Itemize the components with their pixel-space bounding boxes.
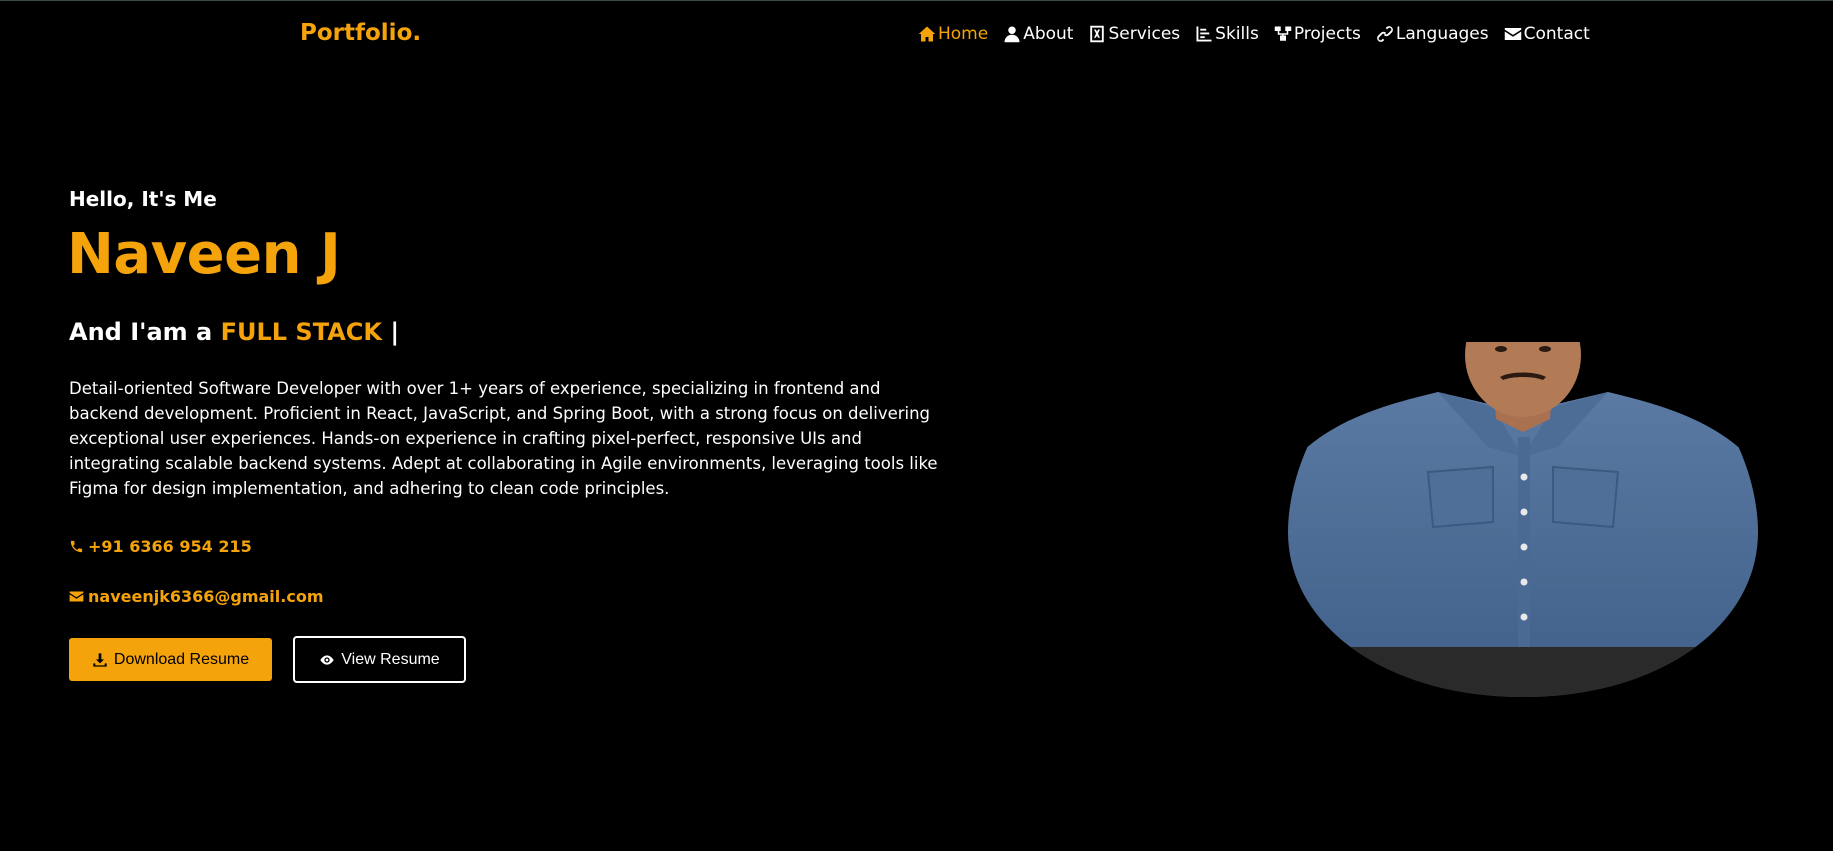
link-icon <box>1376 26 1393 42</box>
hero-greeting: Hello, It's Me <box>69 187 217 211</box>
hero-role: And I'am a FULL STACK | <box>69 318 399 346</box>
chart-icon <box>1196 26 1212 42</box>
main-nav: Home About Services Skills Projects Lang… <box>918 24 1590 44</box>
hero-bio: Detail-oriented Software Developer with … <box>69 379 938 498</box>
download-icon <box>93 652 107 667</box>
nav-label-projects: Projects <box>1293 24 1361 44</box>
nav-label-contact: Contact <box>1523 24 1590 44</box>
nav-item-projects[interactable]: Projects <box>1274 24 1361 44</box>
eye-icon <box>320 654 334 665</box>
envelope-icon <box>69 591 84 602</box>
nav-item-skills[interactable]: Skills <box>1195 24 1259 44</box>
top-border <box>0 0 1833 1</box>
nav-label-languages: Languages <box>1395 24 1489 44</box>
phone-link[interactable]: +91 6366 954 215 <box>69 537 252 556</box>
typing-cursor: | <box>390 318 400 346</box>
view-resume-label: View Resume <box>341 650 440 668</box>
nav-item-languages[interactable]: Languages <box>1376 24 1489 44</box>
view-resume-button[interactable]: View Resume <box>293 636 466 683</box>
role-highlight: FULL STACK <box>220 318 382 346</box>
download-resume-label: Download Resume <box>113 650 250 668</box>
email-address: naveenjk6366@gmail.com <box>88 587 324 606</box>
phone-number: +91 6366 954 215 <box>88 537 252 556</box>
user-icon <box>1004 26 1020 43</box>
role-prefix: And I'am a <box>69 318 213 346</box>
nav-label-about: About <box>1023 24 1074 44</box>
nav-item-services[interactable]: Services <box>1088 24 1180 44</box>
services-icon <box>1090 25 1105 43</box>
nav-item-contact[interactable]: Contact <box>1504 24 1590 44</box>
nav-item-home[interactable]: Home <box>918 24 988 44</box>
site-logo[interactable]: Portfolio. <box>300 20 421 46</box>
nav-item-about[interactable]: About <box>1003 24 1073 44</box>
nav-label-home: Home <box>938 24 989 44</box>
profile-photo <box>1288 342 1758 697</box>
phone-icon <box>70 540 83 553</box>
sitemap-icon <box>1274 26 1292 41</box>
email-link[interactable]: naveenjk6366@gmail.com <box>69 587 323 606</box>
download-resume-button[interactable]: Download Resume <box>69 638 272 681</box>
nav-label-services: Services <box>1108 24 1181 44</box>
envelope-icon <box>1504 28 1521 40</box>
hero-name: Naveen J <box>67 222 341 287</box>
nav-label-skills: Skills <box>1215 24 1259 44</box>
home-icon <box>918 26 936 42</box>
